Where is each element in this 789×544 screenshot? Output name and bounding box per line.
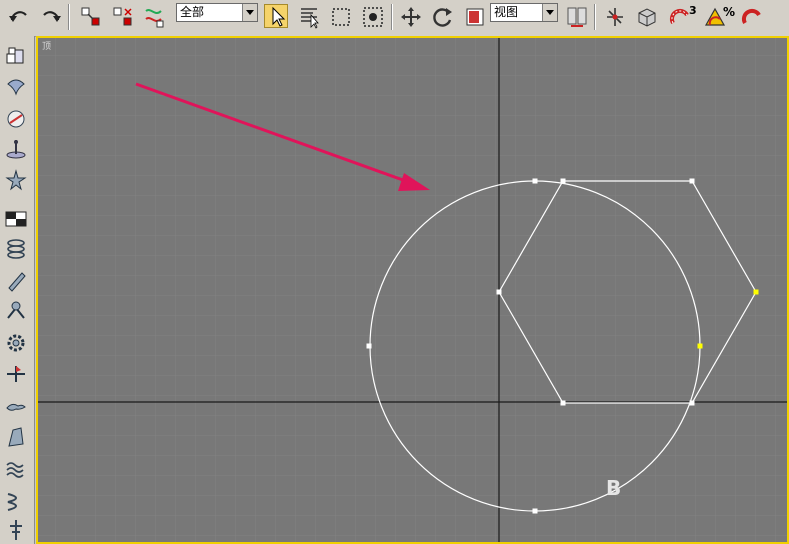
geometry-icon[interactable] bbox=[4, 44, 28, 70]
reference-coordinate-value: 视图 bbox=[494, 5, 519, 19]
reference-coordinate-dropdown[interactable]: 视图 bbox=[490, 3, 558, 22]
circle-vertex[interactable] bbox=[532, 178, 538, 184]
hexagon-vertex[interactable] bbox=[689, 178, 695, 184]
select-and-manipulate-icon[interactable] bbox=[602, 4, 626, 28]
viewport-canvas[interactable] bbox=[36, 36, 789, 544]
shapes-icon[interactable] bbox=[4, 74, 28, 100]
hexagon-vertex[interactable] bbox=[496, 289, 502, 295]
angle-snap-icon[interactable]: 3 bbox=[668, 4, 698, 28]
rectangular-selection-icon[interactable] bbox=[328, 4, 352, 28]
wave-modifier-icon[interactable] bbox=[4, 456, 28, 482]
hexagon-vertex-selected[interactable] bbox=[753, 289, 759, 295]
twist-modifier-icon[interactable] bbox=[4, 488, 28, 514]
chevron-down-icon[interactable] bbox=[242, 4, 257, 21]
bend-modifier-icon[interactable] bbox=[4, 424, 28, 450]
3d-snap-icon[interactable] bbox=[634, 4, 658, 28]
systems-icon[interactable] bbox=[4, 236, 28, 262]
window-crossing-icon[interactable] bbox=[360, 4, 384, 28]
undo-icon[interactable] bbox=[6, 4, 30, 28]
percent-snap-label: % bbox=[723, 5, 736, 19]
rotate-icon[interactable] bbox=[430, 4, 454, 28]
select-and-link-icon[interactable] bbox=[78, 4, 102, 28]
select-by-name-icon[interactable] bbox=[296, 4, 320, 29]
select-object-icon[interactable] bbox=[264, 4, 288, 28]
motion-gear-icon[interactable] bbox=[4, 330, 28, 356]
selection-filter-dropdown[interactable]: 全部 bbox=[176, 3, 258, 22]
left-command-panel bbox=[0, 36, 35, 544]
main-toolbar: 全部 视图 3 % bbox=[0, 0, 789, 37]
chevron-down-icon[interactable] bbox=[542, 4, 557, 21]
pivot-center-icon[interactable] bbox=[564, 4, 588, 28]
viewport-label[interactable]: 顶 bbox=[42, 39, 51, 52]
top-viewport[interactable]: 顶 B bbox=[36, 36, 789, 544]
scale-icon[interactable] bbox=[462, 4, 486, 28]
grid bbox=[38, 38, 787, 542]
circle-vertex-selected[interactable] bbox=[697, 343, 703, 349]
circle-vertex[interactable] bbox=[532, 508, 538, 514]
unlink-selection-icon[interactable] bbox=[110, 4, 134, 28]
helpers-icon[interactable] bbox=[4, 168, 28, 194]
space-warps-icon[interactable] bbox=[4, 206, 28, 232]
taper-modifier-icon[interactable] bbox=[4, 516, 28, 542]
toolbar-separator bbox=[391, 4, 393, 30]
angle-snap-label: 3 bbox=[689, 4, 697, 17]
percent-snap-icon[interactable]: % bbox=[702, 4, 736, 28]
spinner-snap-icon[interactable] bbox=[740, 4, 764, 28]
display-icon[interactable] bbox=[4, 362, 28, 388]
hierarchy-icon[interactable] bbox=[4, 298, 28, 324]
move-icon[interactable] bbox=[398, 4, 422, 28]
modify-icon[interactable] bbox=[4, 268, 28, 294]
toolbar-separator bbox=[594, 4, 596, 30]
redo-icon[interactable] bbox=[38, 4, 62, 28]
toolbar-separator bbox=[68, 4, 70, 30]
utilities-icon[interactable] bbox=[4, 394, 28, 420]
bind-to-space-warp-icon[interactable] bbox=[142, 4, 166, 28]
hexagon-vertex[interactable] bbox=[560, 178, 566, 184]
cameras-icon[interactable] bbox=[4, 136, 28, 162]
circle-vertex[interactable] bbox=[366, 343, 372, 349]
hexagon-vertex[interactable] bbox=[689, 400, 695, 406]
hexagon-vertex[interactable] bbox=[560, 400, 566, 406]
shape-label: B bbox=[606, 476, 622, 500]
lights-icon[interactable] bbox=[4, 106, 28, 132]
selection-filter-value: 全部 bbox=[180, 5, 205, 19]
